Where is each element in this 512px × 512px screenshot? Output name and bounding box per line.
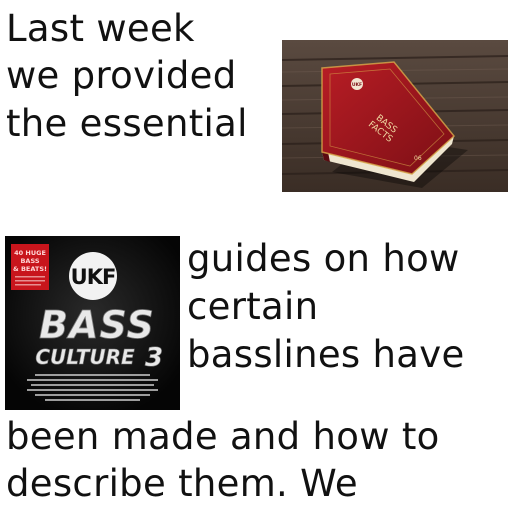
sticker-line-2: BASS — [20, 257, 39, 265]
album-title-top: BASS — [39, 303, 155, 347]
text-line-1: Last week — [6, 7, 195, 50]
sticker-line-1: 40 HUGE — [14, 249, 46, 257]
album-title-bottom: CULTURE — [35, 345, 135, 369]
ukf-logo-text: UKF — [71, 265, 116, 289]
ukf-bass-culture-album-cover: 40 HUGE BASS & BEATS! UKF BASS CULTURE 3 — [5, 236, 180, 410]
text-line-2: we provided — [6, 54, 237, 97]
album-title-number: 3 — [145, 343, 163, 373]
album-art: 40 HUGE BASS & BEATS! UKF BASS CULTURE 3 — [5, 236, 180, 410]
book-illustration: UKF BASS FACTS 06 — [282, 40, 508, 192]
text-line-6: basslines have — [187, 333, 465, 376]
text-line-3: the essential — [6, 102, 248, 145]
text-line-7: been made and how to — [6, 415, 440, 458]
book-volume-number: 06 — [414, 155, 422, 162]
bass-facts-book-image: UKF BASS FACTS 06 — [282, 40, 508, 192]
sticker-line-3: & BEATS! — [13, 265, 47, 273]
text-line-4: guides on how — [187, 237, 460, 280]
text-line-8: describe them. We — [6, 462, 358, 505]
book-emblem-text: UKF — [352, 82, 362, 88]
text-line-5: certain — [187, 285, 319, 328]
